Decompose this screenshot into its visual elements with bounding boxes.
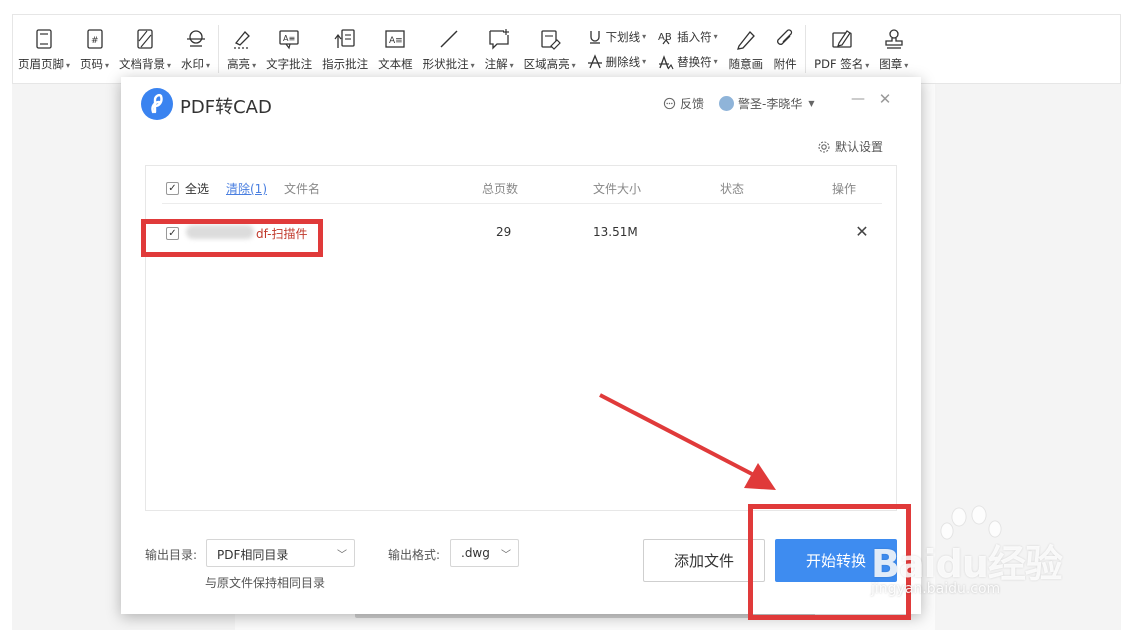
baidu-watermark: Baidu经验 jingyan.baidu.com xyxy=(865,505,1075,605)
watermark-brand: Baidu经验 xyxy=(871,542,1063,586)
watermark-url: jingyan.baidu.com xyxy=(871,581,1001,597)
